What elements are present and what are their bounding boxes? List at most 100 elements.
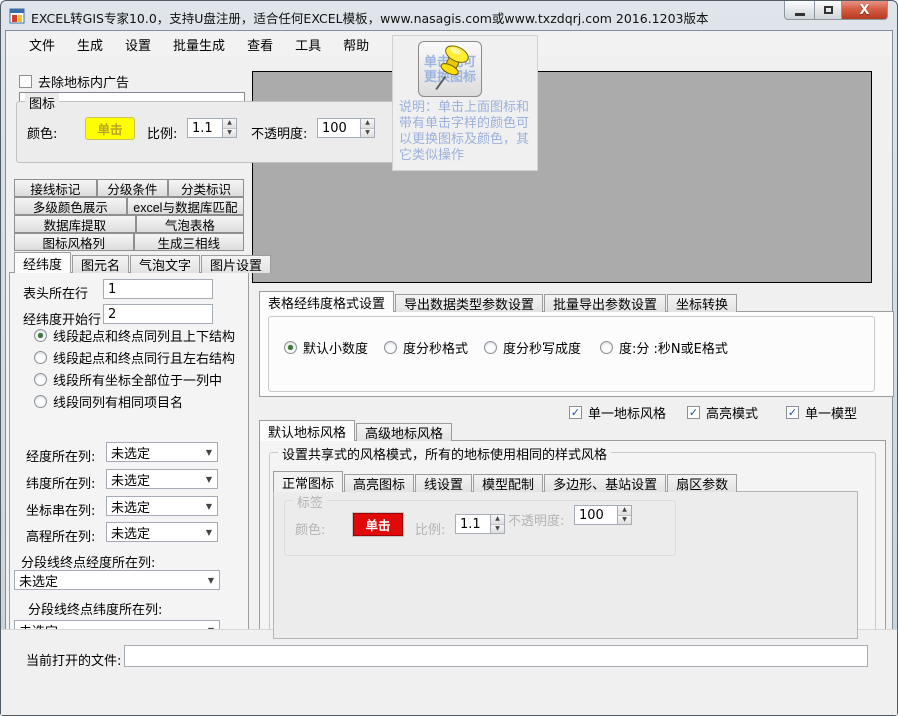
single-model-checkbox[interactable]: ✓ 单一模型	[786, 403, 857, 422]
radio-dms-ne-format[interactable]: 度:分 :秒N或E格式	[600, 338, 728, 357]
menu-item-generate[interactable]: 生成	[66, 32, 114, 57]
spinner-updown[interactable]: ▲▼	[222, 118, 237, 138]
menu-item-file[interactable]: 文件	[18, 32, 66, 57]
chevron-down-icon: ▼	[201, 502, 217, 511]
spinner-updown[interactable]: ▲▼	[617, 505, 632, 525]
radio-segment-same-col[interactable]: 线段起点和终点同列且上下结构	[34, 326, 235, 345]
remove-ad-checkbox[interactable]: 去除地标内广告	[19, 72, 129, 91]
spin-down-icon[interactable]: ▼	[618, 516, 631, 525]
tab-lonlat[interactable]: 经纬度	[14, 252, 71, 273]
window-title: EXCEL转GIS专家10.0，支持U盘注册，适合任何EXCEL模板，www.n…	[31, 8, 709, 27]
tab-sector-params[interactable]: 扇区参数	[667, 474, 737, 492]
spin-down-icon[interactable]: ▼	[361, 129, 374, 138]
header-row-input[interactable]	[103, 279, 213, 299]
icon-scale-spinner[interactable]: 1.1 ▲▼	[187, 118, 237, 138]
spinner-value: 1.1	[187, 118, 222, 138]
checkbox-check-icon: ✓	[786, 406, 799, 419]
coord-string-col-select[interactable]: 未选定 ▼	[106, 496, 218, 516]
bubble-table-button[interactable]: 气泡表格	[136, 215, 244, 233]
tab-coord-convert[interactable]: 坐标转换	[667, 294, 737, 312]
spin-up-icon[interactable]: ▲	[491, 515, 504, 525]
pushpin-icon	[425, 44, 477, 94]
change-icon-button[interactable]: 单击此可更换图标	[418, 41, 482, 97]
radio-label: 线段所有坐标全部位于一列中	[53, 370, 222, 389]
icon-opacity-spinner[interactable]: 100 ▲▼	[317, 118, 375, 138]
radio-dot-icon	[34, 373, 47, 386]
menu-item-settings[interactable]: 设置	[114, 32, 162, 57]
instruction-note: 说明：单击上面图标和带有单击字样的颜色可以更换图标及颜色，其它类似操作	[399, 100, 533, 164]
spinner-updown[interactable]: ▲▼	[490, 514, 505, 534]
tab-bubble-text[interactable]: 气泡文字	[130, 255, 200, 273]
label-opacity-spinner[interactable]: 100 ▲▼	[574, 505, 632, 525]
radio-all-coords-one-col[interactable]: 线段所有坐标全部位于一列中	[34, 370, 222, 389]
tab-highlight-icon[interactable]: 高亮图标	[344, 474, 414, 492]
classify-mark-button[interactable]: 分类标识	[168, 179, 244, 197]
spin-up-icon[interactable]: ▲	[223, 119, 236, 129]
tab-lonlat-format[interactable]: 表格经纬度格式设置	[259, 291, 394, 312]
spin-down-icon[interactable]: ▼	[223, 129, 236, 138]
line-mark-button[interactable]: 接线标记	[14, 179, 97, 197]
combo-value: 未选定	[15, 571, 203, 590]
minimize-icon	[795, 13, 805, 16]
single-landmark-style-checkbox[interactable]: ✓ 单一地标风格	[569, 403, 666, 422]
shared-style-group-title: 设置共享式的风格模式，所有的地标使用相同的样式风格	[278, 444, 611, 463]
icon-groupbox: 图标 颜色: 单击 比例: 1.1 ▲▼ 不透明度: 100 ▲▼	[16, 101, 408, 163]
style-tabstrip: 默认地标风格 高级地标风格	[259, 420, 453, 441]
seg-end-lon-select[interactable]: 未选定 ▼	[14, 570, 220, 590]
elevation-col-select[interactable]: 未选定 ▼	[106, 522, 218, 542]
icon-color-button[interactable]: 单击	[85, 117, 135, 140]
label-color-button[interactable]: 单击	[353, 513, 403, 536]
db-extract-button[interactable]: 数据库提取	[14, 215, 136, 233]
tab-export-type-params[interactable]: 导出数据类型参数设置	[395, 294, 543, 312]
tab-model-config[interactable]: 模型配制	[473, 474, 543, 492]
lon-col-select[interactable]: 未选定 ▼	[106, 442, 218, 462]
lat-col-select[interactable]: 未选定 ▼	[106, 469, 218, 489]
title-bar[interactable]: EXCEL转GIS专家10.0，支持U盘注册，适合任何EXCEL模板，www.n…	[1, 1, 897, 30]
checkbox-box-icon	[19, 75, 32, 88]
tab-default-landmark-style[interactable]: 默认地标风格	[259, 420, 355, 441]
tab-polygon-basestation[interactable]: 多边形、基站设置	[544, 474, 666, 492]
three-phase-line-button[interactable]: 生成三相线	[134, 233, 244, 251]
menu-item-help[interactable]: 帮助	[332, 32, 380, 57]
radio-decimal-degree[interactable]: 默认小数度	[284, 338, 368, 357]
radio-dms-as-degree[interactable]: 度分秒写成度	[484, 338, 581, 357]
grade-condition-button[interactable]: 分级条件	[97, 179, 168, 197]
combo-value: 未选定	[107, 497, 201, 516]
tab-advanced-landmark-style[interactable]: 高级地标风格	[356, 423, 452, 441]
icon-style-column-button[interactable]: 图标风格列	[14, 233, 134, 251]
tab-normal-icon[interactable]: 正常图标	[273, 471, 343, 492]
icon-scale-label: 比例:	[147, 123, 177, 142]
highlight-mode-checkbox[interactable]: ✓ 高亮模式	[687, 403, 758, 422]
pin-note-panel: 单击此可更换图标 说明：单击上面图标和带有单击字样的颜色可以更换图标及颜色，其它…	[392, 35, 538, 171]
maximize-button[interactable]	[814, 1, 842, 20]
tab-line-settings[interactable]: 线设置	[415, 474, 472, 492]
radio-same-project-name[interactable]: 线段同列有相同项目名	[34, 392, 183, 411]
checkbox-check-icon: ✓	[687, 406, 700, 419]
start-row-input[interactable]	[103, 304, 213, 324]
tab-picture-settings[interactable]: 图片设置	[201, 255, 271, 273]
radio-dot-icon	[600, 341, 613, 354]
caption-buttons: X	[784, 1, 888, 20]
menu-item-view[interactable]: 查看	[236, 32, 284, 57]
spin-down-icon[interactable]: ▼	[491, 525, 504, 534]
close-button[interactable]: X	[842, 1, 888, 20]
icon-group-title: 图标	[25, 93, 59, 112]
excel-db-match-button[interactable]: excel与数据库匹配	[127, 197, 244, 215]
multilevel-color-button[interactable]: 多级颜色展示	[14, 197, 127, 215]
current-file-input[interactable]	[124, 645, 868, 667]
spin-up-icon[interactable]: ▲	[618, 506, 631, 516]
spinner-updown[interactable]: ▲▼	[360, 118, 375, 138]
tab-element-name[interactable]: 图元名	[72, 255, 129, 273]
label-scale-spinner[interactable]: 1.1 ▲▼	[455, 514, 505, 534]
tab-batch-export-params[interactable]: 批量导出参数设置	[544, 294, 666, 312]
radio-dms-format[interactable]: 度分秒格式	[384, 338, 468, 357]
spinner-value: 100	[574, 505, 617, 525]
radio-segment-same-row[interactable]: 线段起点和终点同行且左右结构	[34, 348, 235, 367]
radio-dot-icon	[384, 341, 397, 354]
menu-item-batch-generate[interactable]: 批量生成	[162, 32, 236, 57]
spin-up-icon[interactable]: ▲	[361, 119, 374, 129]
label-opacity-label: 不透明度:	[508, 510, 564, 529]
combo-value: 未选定	[107, 470, 201, 489]
minimize-button[interactable]	[784, 1, 814, 20]
menu-item-tools[interactable]: 工具	[284, 32, 332, 57]
